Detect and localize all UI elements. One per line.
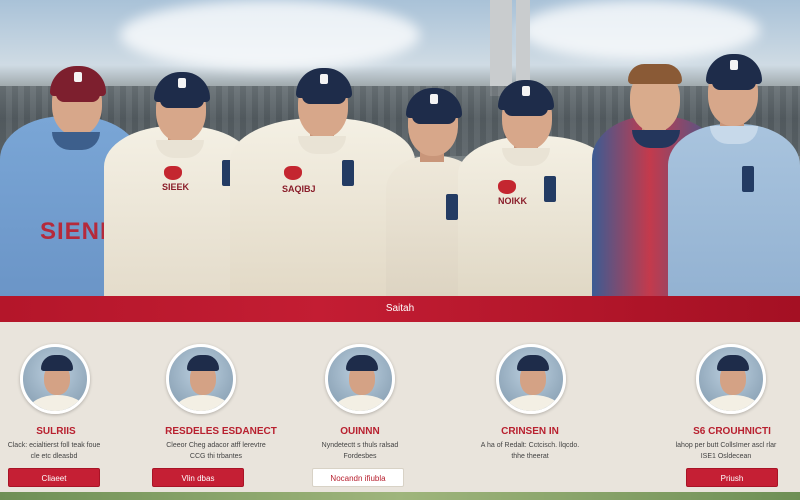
player-card: RESDELES ESDANECT Cleeor Cheg adacor atf… (148, 322, 304, 494)
shirt-label: NOIKK (498, 196, 527, 206)
player-7 (668, 26, 800, 296)
section-banner: Saitah (0, 296, 800, 322)
player-action-button[interactable]: Nocandn ifiubla (312, 468, 404, 487)
player-desc: Cleeor Cheg adacor atff lerevtre CCG thi … (166, 442, 266, 460)
player-desc: Nyndetectt s thuls ralsad Fordesbes (321, 442, 399, 460)
shirt-label: SAQIBJ (282, 184, 316, 194)
player-action-button[interactable]: Cliaeet (8, 468, 100, 487)
hero-team-photo: SIENDA SIEEK SAQIBJ NOIKK (0, 0, 800, 296)
avatar (20, 344, 90, 414)
player-card: S6 CROUHNICTI lahop per butt CollsImer a… (644, 322, 800, 494)
player-name: CRINSEN IN (501, 426, 559, 437)
player-name: S6 CROUHNICTI (693, 426, 771, 437)
banner-title: Saitah (385, 303, 415, 314)
player-desc: A ha of Redalt: Cctcisch. llqcdo. thhe th… (480, 442, 580, 460)
avatar (496, 344, 566, 414)
player-action-button[interactable]: Priush (686, 468, 778, 487)
avatar (325, 344, 395, 414)
player-cards: SULRIIS Clack: ecialtierst foll teak fou… (0, 322, 800, 500)
shirt-label: SIEEK (162, 182, 190, 192)
player-name: OUINNN (340, 426, 380, 437)
player-5: NOIKK (458, 58, 613, 296)
player-card: CRINSEN IN A ha of Redalt: Cctcisch. llq… (452, 322, 608, 494)
player-desc: Clack: ecialtierst foll teak foue cle etc… (7, 442, 101, 460)
avatar (166, 344, 236, 414)
player-action-button[interactable]: Vlin dbas (152, 468, 244, 487)
avatar (696, 344, 766, 414)
player-desc: lahop per butt CollsImer ascl rlar ISE1 O… (675, 442, 777, 460)
player-card: SULRIIS Clack: ecialtierst foll teak fou… (0, 322, 156, 494)
bottom-grass-strip (0, 492, 800, 500)
player-card: OUINNN Nyndetectt s thuls ralsad Fordesbe… (282, 322, 438, 494)
player-name: SULRIIS (36, 426, 76, 437)
